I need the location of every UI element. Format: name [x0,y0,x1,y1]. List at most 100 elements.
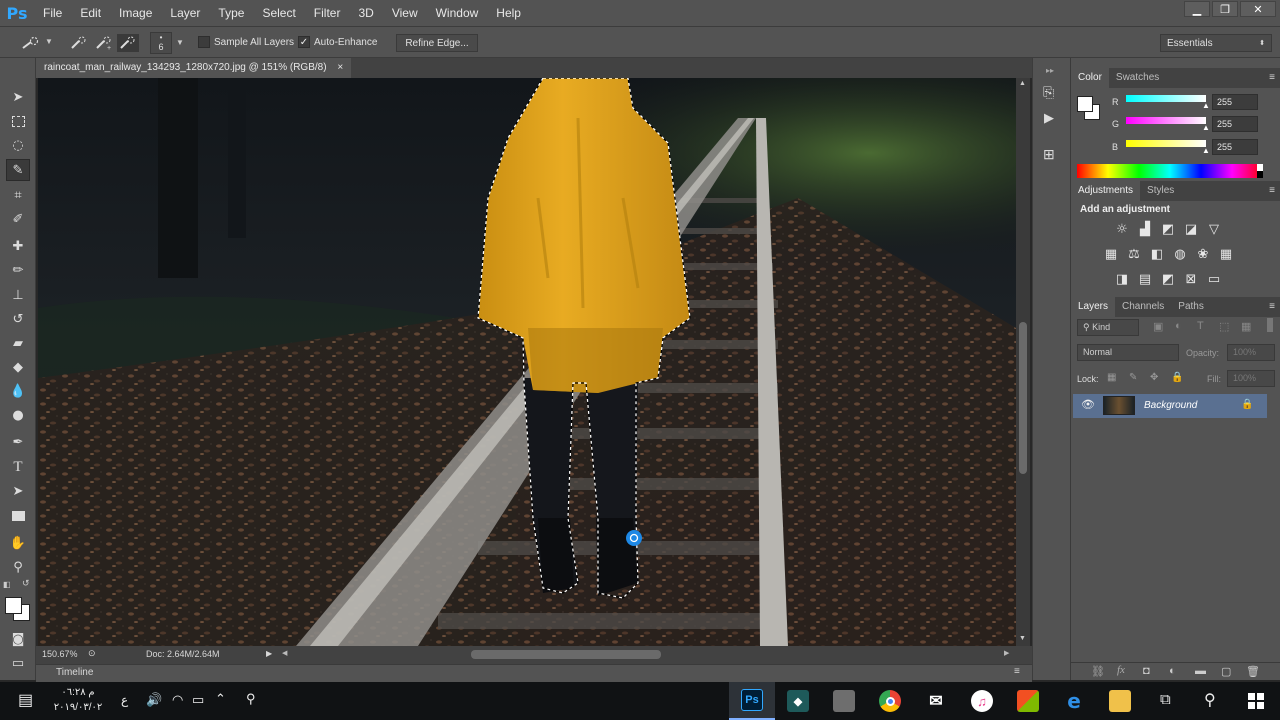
posterize-icon[interactable]: ▤ [1136,271,1154,287]
filter-smart-object-icon[interactable]: ▦ [1241,320,1251,333]
new-group-icon[interactable]: ▬ [1195,665,1206,677]
subtract-from-selection-mode[interactable] [117,34,139,52]
channel-g-slider[interactable] [1126,117,1206,124]
slider-handle-icon[interactable]: ▲ [1202,123,1210,132]
default-colors-icon[interactable]: ◧ [3,580,11,589]
channel-mixer-icon[interactable]: ❀ [1194,246,1212,262]
layer-name[interactable]: Background [1144,400,1197,411]
taskbar-store[interactable] [1005,682,1051,720]
menu-layer[interactable]: Layer [161,0,209,26]
menu-file[interactable]: File [34,0,71,26]
taskbar-edge[interactable]: e [1051,682,1097,720]
filter-toggle-icon[interactable] [1267,318,1273,332]
timeline-label[interactable]: Timeline [56,667,93,678]
menu-help[interactable]: Help [487,0,530,26]
status-menu-icon[interactable]: ▶ [266,649,272,658]
taskbar-mail[interactable]: ✉ [913,682,959,720]
foreground-color-swatch[interactable] [5,597,22,614]
zoom-level[interactable]: 150.67% [42,649,78,659]
scroll-down-icon[interactable]: ▼ [1019,635,1026,642]
brightness-contrast-icon[interactable]: ☼ [1113,221,1131,237]
tab-styles[interactable]: Styles [1140,181,1181,201]
menu-type[interactable]: Type [209,0,253,26]
show-hidden-icons-icon[interactable]: ⌃ [215,691,226,707]
tab-adjustments[interactable]: Adjustments [1071,181,1141,201]
slider-handle-icon[interactable]: ▲ [1202,101,1210,110]
threshold-icon[interactable]: ◩ [1159,271,1177,287]
channel-b-value[interactable]: 255 [1212,139,1258,155]
brush-size-picker[interactable]: • 6 [150,32,172,54]
lock-image-icon[interactable]: ✎ [1129,372,1137,383]
link-layers-icon[interactable]: ⛓ [1091,665,1105,678]
scroll-thumb[interactable] [1019,322,1027,474]
export-icon[interactable]: ⊙ [88,648,96,659]
menu-3d[interactable]: 3D [349,0,382,26]
tab-layers[interactable]: Layers [1071,297,1116,317]
vibrance-icon[interactable]: ▽ [1205,221,1223,237]
taskbar-itunes[interactable]: ♫ [959,682,1005,720]
layer-filter-kind[interactable]: ⚲ Kind [1077,319,1139,336]
path-selection-tool-icon[interactable]: ➤ [6,480,30,502]
marquee-tool-icon[interactable] [6,110,30,132]
black-swatch[interactable] [1257,171,1263,178]
filter-shape-icon[interactable]: ⬚ [1219,320,1229,333]
wifi-icon[interactable]: ◠ [172,692,183,708]
volume-icon[interactable]: 🔊 [146,692,162,708]
workspace-switcher[interactable]: Essentials ⬍ [1160,34,1272,52]
scroll-left-icon[interactable]: ◀ [282,649,287,657]
panel-menu-icon[interactable]: ≡ [1014,666,1020,677]
task-view-icon[interactable]: ⧉ [1160,691,1171,708]
menu-view[interactable]: View [383,0,427,26]
panel-menu-icon[interactable]: ≡ [1269,297,1275,317]
menu-filter[interactable]: Filter [305,0,350,26]
menu-edit[interactable]: Edit [71,0,110,26]
white-swatch[interactable] [1257,164,1263,171]
color-spectrum-bar[interactable] [1077,164,1263,178]
language-indicator[interactable]: ع [121,693,128,707]
filter-type-icon[interactable]: T [1197,320,1204,332]
tab-paths[interactable]: Paths [1171,297,1211,317]
panel-menu-icon[interactable]: ≡ [1269,68,1275,88]
tab-channels[interactable]: Channels [1115,297,1171,317]
tool-preset-picker[interactable] [18,34,44,52]
lasso-tool-icon[interactable]: ◌ [6,134,30,156]
collapse-icon[interactable]: ▸▸ [1046,66,1054,75]
menu-select[interactable]: Select [253,0,304,26]
taskbar-explorer[interactable] [1097,682,1143,720]
lock-transparent-icon[interactable]: ▦ [1107,372,1116,383]
people-icon[interactable]: ⚲ [246,691,256,707]
invert-icon[interactable]: ◨ [1113,271,1131,287]
chevron-down-icon[interactable]: ▼ [176,38,184,47]
hand-tool-icon[interactable]: ✋ [6,532,30,554]
move-tool-icon[interactable]: ➤ [6,86,30,108]
slider-handle-icon[interactable]: ▲ [1202,146,1210,155]
lock-all-icon[interactable]: 🔒 [1171,372,1183,383]
type-tool-icon[interactable]: T [6,456,30,478]
healing-brush-tool-icon[interactable]: ✚ [6,235,30,257]
search-icon[interactable]: ⚲ [1204,690,1216,710]
foreground-color-chip[interactable] [1077,96,1093,112]
color-lookup-icon[interactable]: ▦ [1217,246,1235,262]
panel-menu-icon[interactable]: ≡ [1269,181,1275,201]
rectangle-tool-icon[interactable] [6,505,30,527]
taskbar-filmora[interactable]: ◆ [775,682,821,720]
new-selection-mode[interactable] [68,34,90,52]
restore-button[interactable]: ❐ [1212,1,1238,17]
filter-pixel-icon[interactable]: ▣ [1153,320,1163,333]
curves-icon[interactable]: ◩ [1159,221,1177,237]
gradient-map-icon[interactable]: ▭ [1205,271,1223,287]
pen-tool-icon[interactable]: ✒ [6,431,30,453]
lock-position-icon[interactable]: ✥ [1150,372,1158,383]
channel-r-slider[interactable] [1126,95,1206,102]
opacity-field[interactable]: 100% [1227,344,1275,361]
taskbar-chrome[interactable] [867,682,913,720]
screen-mode-icon[interactable]: ▭ [6,652,30,674]
channel-r-value[interactable]: 255 [1212,94,1258,110]
channel-g-value[interactable]: 255 [1212,116,1258,132]
auto-enhance-checkbox[interactable]: ✓ [298,36,310,48]
scroll-right-icon[interactable]: ▶ [1004,649,1009,657]
layer-row-background[interactable]: 👁 Background 🔒 [1073,394,1267,418]
auto-enhance-option[interactable]: ✓ Auto-Enhance [298,36,377,48]
close-button[interactable]: ✕ [1240,1,1276,17]
exposure-icon[interactable]: ◪ [1182,221,1200,237]
